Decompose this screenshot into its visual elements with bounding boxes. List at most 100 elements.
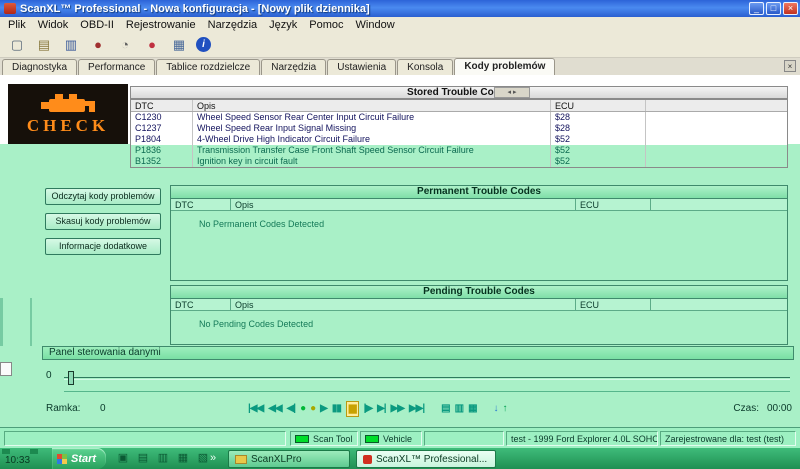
cell-dtc: C1237 <box>131 123 193 134</box>
minimize-button[interactable]: _ <box>749 2 764 15</box>
frame-label: Ramka: <box>46 403 80 414</box>
tab-konsola[interactable]: Konsola <box>397 59 453 75</box>
status-segment-empty <box>424 431 504 446</box>
chevron-overflow-icon[interactable]: » <box>210 452 216 464</box>
task-button-scanxl-app[interactable]: ScanXL™ Professional... <box>356 450 496 468</box>
tab-diagnostyka[interactable]: Diagnostyka <box>2 59 77 75</box>
fast-rewind-icon[interactable]: ◀◀ <box>268 402 281 416</box>
taskbar-clock: 10:33 <box>5 455 30 466</box>
window-edge-artifact <box>30 298 32 346</box>
scan-tool-led <box>295 435 309 443</box>
table-row[interactable]: C1230 Wheel Speed Sensor Rear Center Inp… <box>131 112 787 123</box>
menu-item-pomoc[interactable]: Pomoc <box>303 19 349 31</box>
tab-kody-problemow[interactable]: Kody problemów <box>454 58 555 75</box>
tab-narzedzia[interactable]: Narzędzia <box>261 59 326 75</box>
step-forward-icon[interactable]: |▶ <box>364 402 373 416</box>
column-header-dtc[interactable]: DTC <box>171 299 231 310</box>
save-icon[interactable]: ▥ <box>61 35 81 55</box>
column-header-opis[interactable]: Opis <box>231 299 576 310</box>
cell-opis: 4-Wheel Drive High Indicator Circuit Fai… <box>193 134 551 145</box>
slider-tick-line <box>64 391 790 392</box>
cell-dtc: P1804 <box>131 134 193 145</box>
table-row[interactable]: C1237 Wheel Speed Rear Input Signal Miss… <box>131 123 787 134</box>
time-display: Czas: 00:00 <box>733 403 792 414</box>
upload-icon[interactable]: ↑ <box>503 402 507 416</box>
step-back-icon[interactable]: ◀| <box>287 402 296 416</box>
cell-ecu: $28 <box>551 112 646 123</box>
column-header-ecu[interactable]: ECU <box>576 199 651 210</box>
clear-codes-button[interactable]: Skasuj kody problemów <box>45 213 161 230</box>
record-dot-icon[interactable]: ● <box>300 402 305 416</box>
dashboard-icon[interactable]: ▦ <box>169 35 189 55</box>
quick-launch-icon[interactable]: ▧ <box>196 451 210 465</box>
jump-to-end-icon[interactable]: ▶▶| <box>409 402 424 416</box>
download-icon[interactable]: ↓ <box>494 402 498 416</box>
jump-to-start-icon[interactable]: |◀◀ <box>248 402 263 416</box>
spin-box-artifact[interactable] <box>0 362 12 376</box>
play-icon[interactable]: ▶ <box>320 402 327 416</box>
frame-slider-track[interactable] <box>64 377 790 380</box>
maximize-button[interactable]: □ <box>766 2 781 15</box>
cell-dtc: B1352 <box>131 156 193 167</box>
cell-blank <box>646 145 787 156</box>
tab-strip: Diagnostyka Performance Tablice rozdziel… <box>0 58 800 75</box>
open-file-icon[interactable]: ▥ <box>455 402 463 416</box>
folder-icon <box>235 455 247 464</box>
gauge-icon[interactable]: ◔ <box>115 35 135 55</box>
tab-tablice-rozdzielcze[interactable]: Tablice rozdzielcze <box>156 59 260 75</box>
quick-launch-icon[interactable]: ▦ <box>176 451 190 465</box>
menu-item-narzedzia[interactable]: Narzędzia <box>202 19 264 31</box>
start-button[interactable]: Start <box>52 448 106 469</box>
cell-ecu: $52 <box>551 156 646 167</box>
menu-bar: Plik Widok OBD-II Rejestrowanie Narzędzi… <box>0 17 800 32</box>
next-frame-icon[interactable]: ▶| <box>377 402 386 416</box>
marker-dot-icon[interactable]: ● <box>310 402 315 416</box>
vehicle-label: Vehicle <box>383 434 412 444</box>
task-label: ScanXLPro <box>251 454 302 465</box>
open-folder-icon[interactable]: ▤ <box>34 35 54 55</box>
column-header-blank <box>651 299 787 310</box>
frame-slider-handle[interactable] <box>68 371 74 385</box>
column-header-opis[interactable]: Opis <box>231 199 576 210</box>
column-header-opis[interactable]: Opis <box>193 100 551 111</box>
fast-forward-icon[interactable]: ▶▶ <box>391 402 404 416</box>
new-log-icon[interactable]: ▤ <box>441 402 449 416</box>
quick-launch-icon[interactable]: ▤ <box>136 451 150 465</box>
column-header-blank <box>651 199 787 210</box>
read-codes-button[interactable]: Odczytaj kody problemów <box>45 188 161 205</box>
record-icon[interactable]: ● <box>142 35 162 55</box>
menu-item-obd-ii[interactable]: OBD-II <box>74 19 120 31</box>
menu-item-jezyk[interactable]: Język <box>263 19 303 31</box>
new-file-icon[interactable]: ▢ <box>7 35 27 55</box>
close-button[interactable]: × <box>783 2 798 15</box>
menu-item-window[interactable]: Window <box>350 19 401 31</box>
column-header-ecu[interactable]: ECU <box>576 299 651 310</box>
cell-opis: Wheel Speed Rear Input Signal Missing <box>193 123 551 134</box>
pending-empty-message: No Pending Codes Detected <box>171 311 787 329</box>
menu-item-plik[interactable]: Plik <box>2 19 32 31</box>
save-log-icon[interactable]: ▦ <box>468 402 476 416</box>
menu-item-rejestrowanie[interactable]: Rejestrowanie <box>120 19 202 31</box>
task-button-scanxlpro-folder[interactable]: ScanXLPro <box>228 450 350 468</box>
column-header-ecu[interactable]: ECU <box>551 100 646 111</box>
column-header-dtc[interactable]: DTC <box>171 199 231 210</box>
quick-launch-icon[interactable]: ▥ <box>156 451 170 465</box>
table-row[interactable]: P1804 4-Wheel Drive High Indicator Circu… <box>131 134 787 145</box>
table-row[interactable]: B1352 Ignition key in circuit fault $52 <box>131 156 787 167</box>
tab-ustawienia[interactable]: Ustawienia <box>327 59 396 75</box>
pause-icon[interactable]: ▮▮ <box>332 402 341 416</box>
cell-opis: Wheel Speed Sensor Rear Center Input Cir… <box>193 112 551 123</box>
title-bar[interactable]: ScanXL™ Professional - Nowa konfiguracja… <box>0 0 800 17</box>
tab-performance[interactable]: Performance <box>78 59 155 75</box>
column-header-dtc[interactable]: DTC <box>131 100 193 111</box>
additional-info-button[interactable]: Informacje dodatkowe <box>45 238 161 255</box>
menu-item-widok[interactable]: Widok <box>32 19 75 31</box>
table-row[interactable]: P1836 Transmission Transfer Case Front S… <box>131 145 787 156</box>
info-icon[interactable]: i <box>196 37 211 52</box>
tab-close-icon[interactable]: × <box>784 60 796 72</box>
open-log-folder-icon[interactable]: ▆ <box>346 401 359 417</box>
scrollbar-artifact[interactable]: ◂ ▸ <box>494 87 530 98</box>
connect-icon[interactable]: ● <box>88 35 108 55</box>
quick-launch-icon[interactable]: ▣ <box>116 451 130 465</box>
time-value: 00:00 <box>767 403 792 414</box>
